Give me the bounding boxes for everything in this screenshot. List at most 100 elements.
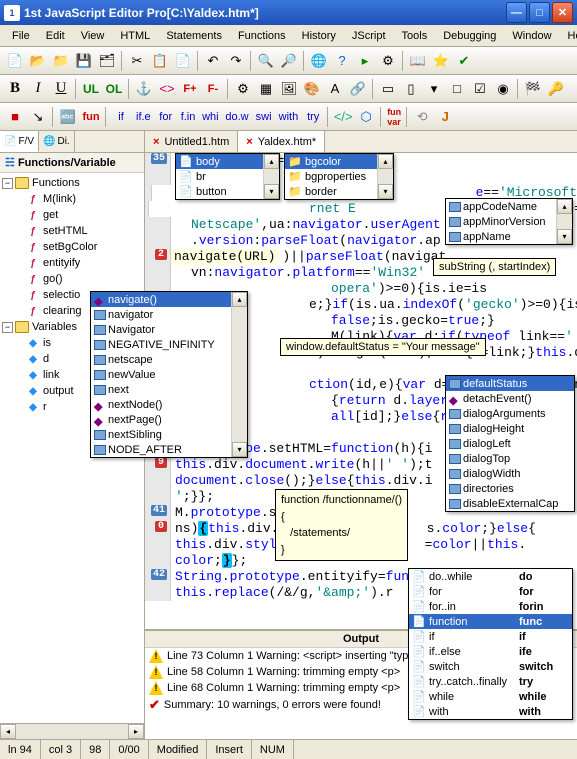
popup-item[interactable]: NEGATIVE_INFINITY bbox=[91, 337, 247, 352]
undo-icon[interactable]: ↶ bbox=[202, 50, 224, 72]
globe-icon[interactable]: 🌐 bbox=[308, 50, 330, 72]
new-icon[interactable]: 📄 bbox=[4, 50, 26, 72]
scroll-down-icon[interactable]: ▾ bbox=[557, 229, 572, 244]
popup-item[interactable]: NODE_AFTER bbox=[91, 442, 247, 457]
popup-item[interactable]: appCodeName bbox=[446, 199, 572, 214]
scroll-right-icon[interactable]: ▸ bbox=[128, 724, 144, 739]
fin-button[interactable]: f.in bbox=[178, 106, 199, 128]
flag-icon[interactable]: 🏁 bbox=[522, 78, 544, 100]
tag-icon[interactable]: <> bbox=[156, 78, 178, 100]
star-icon[interactable]: ⭐ bbox=[430, 50, 452, 72]
help-icon[interactable]: ? bbox=[331, 50, 353, 72]
popup-item[interactable]: 📄switchswitch bbox=[409, 659, 572, 674]
popup-item[interactable]: appName bbox=[446, 229, 572, 244]
fminus-button[interactable]: F- bbox=[202, 78, 224, 100]
save-icon[interactable]: 💾 bbox=[73, 50, 95, 72]
app-icon2[interactable]: ⬡ bbox=[355, 106, 377, 128]
popup-item[interactable]: 📄whilewhile bbox=[409, 689, 572, 704]
textarea-icon[interactable]: ▯ bbox=[400, 78, 422, 100]
menu-help[interactable]: Help bbox=[561, 28, 577, 44]
open2-icon[interactable]: 📁 bbox=[50, 50, 72, 72]
if-button[interactable]: if bbox=[110, 106, 132, 128]
key-icon[interactable]: 🔑 bbox=[545, 78, 567, 100]
palette-icon[interactable]: 🎨 bbox=[301, 78, 323, 100]
anchor-icon[interactable]: ⚓ bbox=[133, 78, 155, 100]
autocomplete-nav[interactable]: ◆navigate() navigator Navigator NEGATIVE… bbox=[90, 291, 248, 458]
fplus-button[interactable]: F+ bbox=[179, 78, 201, 100]
popup-item[interactable]: 📄try..catch..finallytry bbox=[409, 674, 572, 689]
popup-item[interactable]: 📄do..whiledo bbox=[409, 569, 572, 584]
scroll-up-icon[interactable]: ▴ bbox=[264, 154, 279, 169]
tab-close-icon[interactable]: × bbox=[153, 136, 159, 148]
image-icon[interactable]: 🖼 bbox=[278, 78, 300, 100]
input-icon[interactable]: ▭ bbox=[377, 78, 399, 100]
popup-item[interactable]: ◆navigate() bbox=[91, 292, 247, 307]
scroll-up-icon[interactable]: ▴ bbox=[557, 199, 572, 214]
table-icon[interactable]: ▦ bbox=[255, 78, 277, 100]
whi-button[interactable]: whi bbox=[199, 106, 221, 128]
menu-html[interactable]: HTML bbox=[113, 28, 157, 44]
find2-icon[interactable]: 🔎 bbox=[278, 50, 300, 72]
popup-item[interactable]: disableExternalCap bbox=[446, 496, 574, 511]
tree-fn[interactable]: ƒsetHTML bbox=[2, 223, 142, 239]
menu-view[interactable]: View bbox=[74, 28, 112, 44]
scroll-down-icon[interactable]: ▾ bbox=[232, 442, 247, 457]
popup-item[interactable]: ◆nextNode() bbox=[91, 397, 247, 412]
fun-button[interactable]: fun bbox=[80, 106, 102, 128]
menu-edit[interactable]: Edit bbox=[39, 28, 72, 44]
menu-functions[interactable]: Functions bbox=[231, 28, 293, 44]
autocomplete-tags[interactable]: 📄body 📄br 📄button ▴▾ bbox=[175, 153, 280, 200]
bold-button[interactable]: B bbox=[4, 78, 26, 100]
popup-item[interactable]: dialogTop bbox=[446, 451, 574, 466]
maximize-button[interactable]: □ bbox=[529, 2, 550, 23]
popup-item[interactable]: navigator bbox=[91, 307, 247, 322]
tree-fn[interactable]: ƒM(link) bbox=[2, 191, 142, 207]
scroll-left-icon[interactable]: ◂ bbox=[0, 724, 16, 739]
file-tab[interactable]: ×Untitled1.htm bbox=[145, 131, 238, 152]
popup-item[interactable]: nextSibling bbox=[91, 427, 247, 442]
menu-file[interactable]: File bbox=[5, 28, 37, 44]
popup-item[interactable]: newValue bbox=[91, 367, 247, 382]
find-icon[interactable]: 🔍 bbox=[255, 50, 277, 72]
popup-item[interactable]: ◆nextPage() bbox=[91, 412, 247, 427]
j-icon[interactable]: J bbox=[434, 106, 456, 128]
popup-item[interactable]: dialogArguments bbox=[446, 406, 574, 421]
popup-item[interactable]: appMinorVersion bbox=[446, 214, 572, 229]
popup-item[interactable]: directories bbox=[446, 481, 574, 496]
run-icon[interactable]: ▸ bbox=[354, 50, 376, 72]
underline-button[interactable]: U bbox=[50, 78, 72, 100]
check-icon2[interactable]: ☑ bbox=[469, 78, 491, 100]
italic-button[interactable]: I bbox=[27, 78, 49, 100]
scroll-down-icon[interactable]: ▾ bbox=[378, 184, 393, 199]
close-button[interactable]: ✕ bbox=[552, 2, 573, 23]
tree-fn[interactable]: ƒgo() bbox=[2, 271, 142, 287]
menu-history[interactable]: History bbox=[295, 28, 343, 44]
cycle-icon[interactable]: ⟲ bbox=[411, 106, 433, 128]
tree-functions[interactable]: −Functions bbox=[2, 175, 142, 191]
link-icon[interactable]: 🔗 bbox=[347, 78, 369, 100]
panel-tab-fv[interactable]: 📄 F/V bbox=[0, 131, 39, 152]
scroll-down-icon[interactable]: ▾ bbox=[264, 184, 279, 199]
panel-tab-di[interactable]: 🌐 Di. bbox=[39, 131, 75, 152]
popup-item[interactable]: netscape bbox=[91, 352, 247, 367]
minimize-button[interactable]: — bbox=[506, 2, 527, 23]
popup-item[interactable]: defaultStatus bbox=[446, 376, 574, 391]
select-icon[interactable]: ▾ bbox=[423, 78, 445, 100]
popup-item[interactable]: 📄withwith bbox=[409, 704, 572, 719]
tool-icon[interactable]: ⚙ bbox=[377, 50, 399, 72]
tree-fn[interactable]: ƒentityify bbox=[2, 255, 142, 271]
menu-debugging[interactable]: Debugging bbox=[436, 28, 503, 44]
copy-icon[interactable]: 📋 bbox=[149, 50, 171, 72]
dow-button[interactable]: do.w bbox=[222, 106, 251, 128]
for-button[interactable]: for bbox=[155, 106, 177, 128]
redo-icon[interactable]: ↷ bbox=[225, 50, 247, 72]
abc-icon[interactable]: 🔤 bbox=[57, 106, 79, 128]
paste-icon[interactable]: 📄 bbox=[172, 50, 194, 72]
autocomplete-app[interactable]: appCodeName appMinorVersion appName ▴ ▾ bbox=[445, 198, 573, 245]
radio-icon[interactable]: ◉ bbox=[492, 78, 514, 100]
cut-icon[interactable]: ✂ bbox=[126, 50, 148, 72]
popup-item[interactable]: ◆detachEvent() bbox=[446, 391, 574, 406]
popup-item[interactable]: dialogWidth bbox=[446, 466, 574, 481]
popup-item[interactable]: dialogHeight bbox=[446, 421, 574, 436]
ul-button[interactable]: UL bbox=[80, 78, 102, 100]
